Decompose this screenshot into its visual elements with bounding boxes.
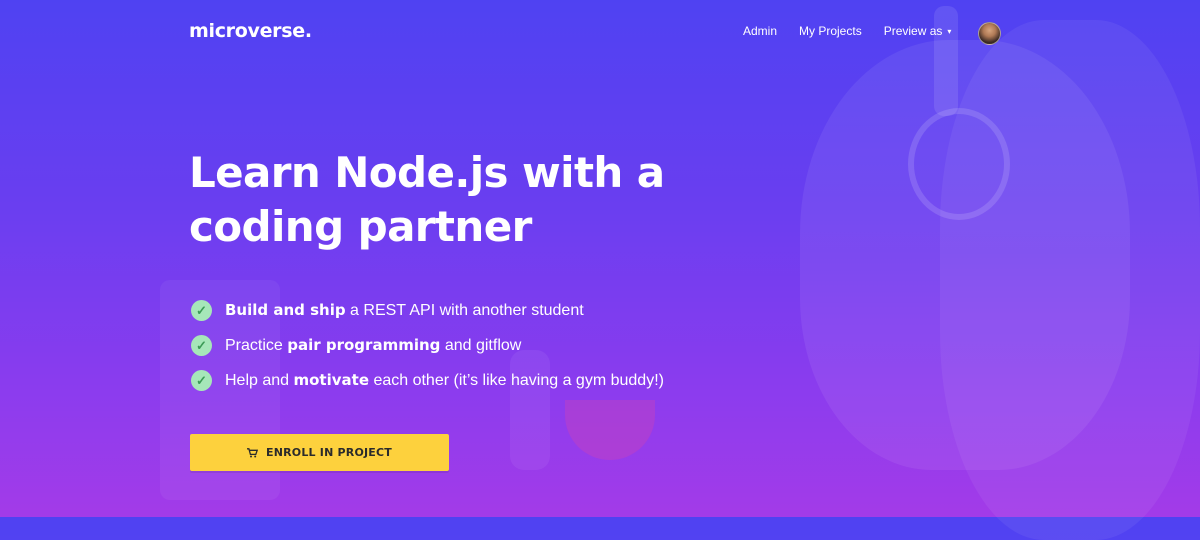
feature-bold-text: motivate — [293, 371, 370, 389]
brand-logo[interactable]: microverse. — [189, 20, 312, 42]
feature-bold-text: Build and ship — [225, 301, 346, 319]
feature-text-after: each other (it’s like having a gym buddy… — [369, 372, 664, 389]
user-avatar[interactable] — [978, 22, 1001, 45]
check-icon: ✓ — [191, 300, 212, 321]
feature-text-before: Practice — [225, 337, 288, 354]
background-hair — [940, 20, 1200, 540]
nav-link-admin[interactable]: Admin — [743, 24, 777, 38]
feature-item: ✓ Build and ship a REST API with another… — [191, 293, 664, 328]
feature-text-after: and gitflow — [440, 337, 522, 354]
background-glass — [565, 400, 655, 460]
nav-link-my-projects[interactable]: My Projects — [799, 24, 862, 38]
enroll-button-label: ENROLL IN PROJECT — [266, 446, 392, 459]
feature-text-before: Help and — [225, 372, 294, 389]
feature-list: ✓ Build and ship a REST API with another… — [191, 293, 664, 398]
feature-text: Build and ship a REST API with another s… — [225, 301, 584, 320]
check-icon: ✓ — [191, 370, 212, 391]
feature-bold-text: pair programming — [287, 336, 441, 354]
headphone-earcup — [908, 108, 1010, 220]
hero-title: Learn Node.js with a coding partner — [189, 148, 665, 251]
nav-links: Admin My Projects Preview as ▾ — [743, 24, 983, 38]
feature-item: ✓ Help and motivate each other (it’s lik… — [191, 363, 664, 398]
check-icon: ✓ — [191, 335, 212, 356]
enroll-button[interactable]: ENROLL IN PROJECT — [190, 434, 449, 471]
feature-text-after: a REST API with another student — [345, 302, 584, 319]
feature-text: Practice pair programming and gitflow — [225, 336, 521, 355]
cart-icon — [247, 447, 258, 458]
top-navbar: microverse. Admin My Projects Preview as… — [0, 0, 1200, 66]
caret-down-icon: ▾ — [947, 26, 952, 36]
preview-as-dropdown[interactable]: Preview as ▾ — [884, 24, 952, 38]
feature-item: ✓ Practice pair programming and gitflow — [191, 328, 664, 363]
preview-as-label: Preview as — [883, 24, 943, 38]
feature-text: Help and motivate each other (it’s like … — [225, 371, 664, 390]
